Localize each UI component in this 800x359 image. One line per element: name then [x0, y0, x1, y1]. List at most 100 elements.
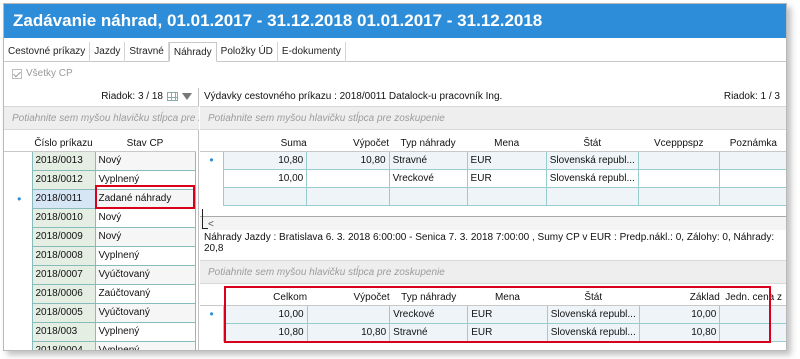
- row-indicator: [4, 227, 32, 246]
- table-row[interactable]: • 10,00 Vreckové EUR Slovenská republ...…: [200, 304, 786, 324]
- tab-nahrady[interactable]: Náhrady: [168, 42, 217, 62]
- order-number: 2018/0008: [31, 246, 96, 266]
- current-row-dot-icon: •: [200, 305, 224, 323]
- column-header-mena[interactable]: Mena: [467, 290, 548, 306]
- row-indicator: [4, 303, 32, 322]
- column-header-zaklad[interactable]: Základ: [639, 290, 720, 306]
- cell-vcepppspz: [637, 186, 720, 206]
- order-number: 2018/0006: [31, 284, 96, 304]
- cell-celkom: 10,00: [223, 304, 308, 324]
- order-status: Vyplnený: [95, 341, 196, 350]
- cell-mena: EUR: [466, 150, 547, 170]
- table-row[interactable]: 2018/003 Vyplnený: [4, 322, 196, 342]
- cell-celkom: 10,80: [223, 322, 308, 342]
- order-status: Nový: [95, 151, 196, 171]
- grid-icon[interactable]: [167, 92, 178, 101]
- table-row-selected[interactable]: • 2018/0011 Zadané náhrady: [4, 189, 196, 209]
- cell-poznamka: [718, 150, 786, 170]
- left-row-counter: Riadok: 3 / 18: [101, 91, 192, 102]
- row-indicator: [4, 265, 32, 284]
- table-row[interactable]: 2018/0009 Nový: [4, 227, 196, 247]
- indicator-header: [200, 290, 224, 306]
- row-indicator: [4, 151, 32, 170]
- table-row[interactable]: 2018/0007 Vyúčtovaný: [4, 265, 196, 285]
- row-indicator: [4, 246, 32, 265]
- column-header-typ-nahrady[interactable]: Typ náhrady: [389, 290, 468, 306]
- column-header-vypocet[interactable]: Výpočet: [306, 136, 390, 152]
- column-header-typ-nahrady[interactable]: Typ náhrady: [389, 136, 468, 152]
- cell-suma: 10,80: [223, 150, 308, 170]
- cell-mena: [466, 186, 547, 206]
- column-header-vypocet[interactable]: Výpočet: [307, 290, 390, 306]
- table-row[interactable]: • 10,80 10,80 Stravné EUR Slovenská repu…: [200, 150, 786, 170]
- left-group-hint[interactable]: Potiahnite sem myšou hlavičku stĺpca pre…: [4, 106, 199, 130]
- column-header-celkom[interactable]: Celkom: [223, 290, 308, 306]
- order-number: 2018/0007: [31, 265, 96, 285]
- expenses-table: Suma Výpočet Typ náhrady Mena Štát Vcepp…: [200, 136, 786, 206]
- column-header-mena[interactable]: Mena: [467, 136, 547, 152]
- table-row[interactable]: 2018/0006 Zaúčtovaný: [4, 284, 196, 304]
- table-row[interactable]: 2018/0012 Vyplnený: [4, 170, 196, 190]
- column-header-stat[interactable]: Štát: [547, 290, 640, 306]
- row-indicator: [4, 170, 32, 189]
- tab-jazdy[interactable]: Jazdy: [90, 42, 126, 62]
- row-indicator: [4, 322, 32, 341]
- table-row-new[interactable]: [200, 186, 786, 206]
- table-row[interactable]: 10,80 10,80 Stravné EUR Slovenská republ…: [200, 322, 786, 342]
- order-number: 2018/0012: [31, 170, 96, 190]
- table-row[interactable]: 2018/0004 Vyplnený: [4, 341, 196, 350]
- order-status: Vyplnený: [95, 170, 196, 190]
- cell-typ: Stravné: [389, 322, 469, 342]
- current-row-dot-icon: •: [4, 189, 32, 208]
- column-header-jedn-cena[interactable]: Jedn. cena z: [719, 290, 786, 306]
- orders-table: Číslo príkazu Stav CP 2018/0013 Nový 2018…: [4, 137, 196, 350]
- cell-stat: Slovenská republ...: [546, 322, 640, 342]
- orders-panel: Riadok: 3 / 18 Potiahnite sem myšou hlav…: [4, 88, 199, 350]
- checkbox-checked-icon: [12, 68, 22, 79]
- tab-polozky-ud[interactable]: Položky ÚD: [217, 42, 278, 62]
- filter-icon[interactable]: [182, 93, 192, 100]
- cell-stat: [545, 186, 639, 206]
- left-row-count-text: Riadok: 3 / 18: [101, 91, 163, 102]
- cell-poznamka: [718, 168, 786, 188]
- right-group-hint[interactable]: Potiahnite sem myšou hlavičku stĺpca pre…: [200, 106, 786, 130]
- horizontal-scrollbar[interactable]: <: [200, 209, 786, 230]
- cell-jedn-cena: [719, 304, 786, 324]
- scroll-left-arrow-icon[interactable]: <: [208, 219, 214, 230]
- expenses-panel: Výdavky cestovného príkazu : 2018/0011 D…: [200, 88, 786, 350]
- detail-group-hint[interactable]: Potiahnite sem myšou hlavičku stĺpca pre…: [200, 260, 786, 284]
- tab-stravne[interactable]: Stravné: [125, 42, 169, 62]
- tab-e-dokumenty[interactable]: E-dokumenty: [278, 42, 346, 62]
- column-header-stav-cp[interactable]: Stav CP: [95, 137, 195, 152]
- table-row[interactable]: 2018/0005 Vyúčtovaný: [4, 303, 196, 323]
- all-cp-checkbox[interactable]: Všetky CP: [12, 68, 73, 79]
- cell-vypocet: [306, 186, 390, 206]
- cell-stat: Slovenská republ...: [545, 168, 639, 188]
- travel-summary: Náhrady Jazdy : Bratislava 6. 3. 2018 6:…: [204, 232, 775, 254]
- table-row[interactable]: 2018/0008 Vyplnený: [4, 246, 196, 266]
- row-indicator: [4, 284, 32, 303]
- cell-typ: [388, 186, 468, 206]
- cell-typ: Vreckové: [388, 168, 468, 188]
- text-cursor-icon: [202, 209, 208, 229]
- row-indicator: [200, 187, 224, 205]
- cell-vypocet: [306, 168, 390, 188]
- table-row[interactable]: 2018/0010 Nový: [4, 208, 196, 228]
- all-cp-label: Všetky CP: [26, 68, 73, 79]
- table-row[interactable]: 2018/0013 Nový: [4, 151, 196, 171]
- column-header-cislo-prikazu[interactable]: Číslo príkazu: [32, 137, 95, 152]
- right-row-counter: Riadok: 1 / 3: [723, 91, 780, 102]
- order-status: Zaúčtovaný: [95, 284, 196, 304]
- column-header-poznamka[interactable]: Poznámka: [719, 136, 786, 152]
- order-status: Nový: [95, 208, 196, 228]
- cell-vypocet: 10,80: [306, 322, 391, 342]
- cell-typ: Stravné: [388, 150, 468, 170]
- order-number: 2018/0009: [31, 227, 96, 247]
- order-number: 2018/003: [31, 322, 96, 342]
- indicator-header: [4, 137, 32, 152]
- column-header-stat[interactable]: Štát: [546, 136, 639, 152]
- table-row[interactable]: 10,00 Vreckové EUR Slovenská republ...: [200, 168, 786, 188]
- column-header-suma[interactable]: Suma: [223, 136, 307, 152]
- column-header-vcepppspz[interactable]: Vcepppspz: [638, 136, 720, 152]
- tab-cestovne-prikazy[interactable]: Cestovné príkazy: [4, 42, 91, 62]
